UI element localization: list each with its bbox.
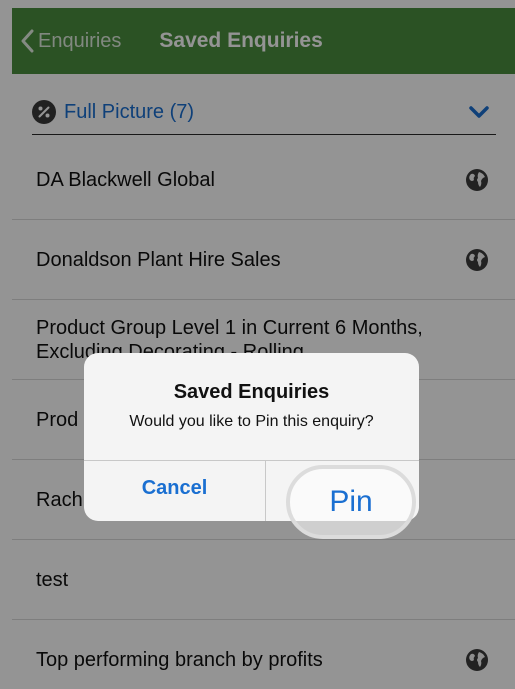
dialog-title: Saved Enquiries — [173, 381, 330, 403]
modal-backdrop[interactable] — [0, 0, 515, 689]
pin-button[interactable]: Pin — [286, 465, 416, 539]
cancel-button[interactable]: Cancel — [84, 460, 265, 521]
dialog-button-divider — [265, 460, 266, 521]
dialog-message: Would you like to Pin this enquiry? — [129, 413, 374, 430]
